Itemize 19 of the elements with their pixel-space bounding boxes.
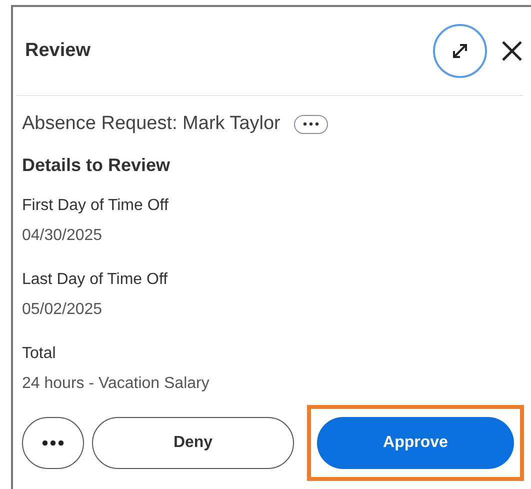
more-icon (302, 122, 320, 126)
related-actions-button[interactable] (294, 114, 328, 134)
more-actions-button[interactable] (22, 417, 84, 469)
approve-button[interactable]: Approve (317, 417, 514, 469)
deny-button[interactable]: Deny (92, 417, 294, 469)
field-label: Total (22, 345, 57, 363)
panel-title: Review (25, 40, 92, 62)
expand-button[interactable] (433, 24, 487, 78)
expand-icon (450, 41, 470, 61)
field-value: 24 hours - Vacation Salary (22, 375, 210, 393)
request-title: Absence Request: Mark Taylor (22, 113, 280, 135)
field-label: Last Day of Time Off (22, 271, 169, 289)
field-label: First Day of Time Off (22, 197, 170, 215)
field-value: 04/30/2025 (22, 227, 104, 245)
close-icon (501, 40, 523, 62)
field-value: 05/02/2025 (22, 301, 104, 319)
close-button[interactable] (501, 40, 523, 62)
more-icon (42, 440, 64, 446)
section-heading: Details to Review (22, 155, 172, 176)
